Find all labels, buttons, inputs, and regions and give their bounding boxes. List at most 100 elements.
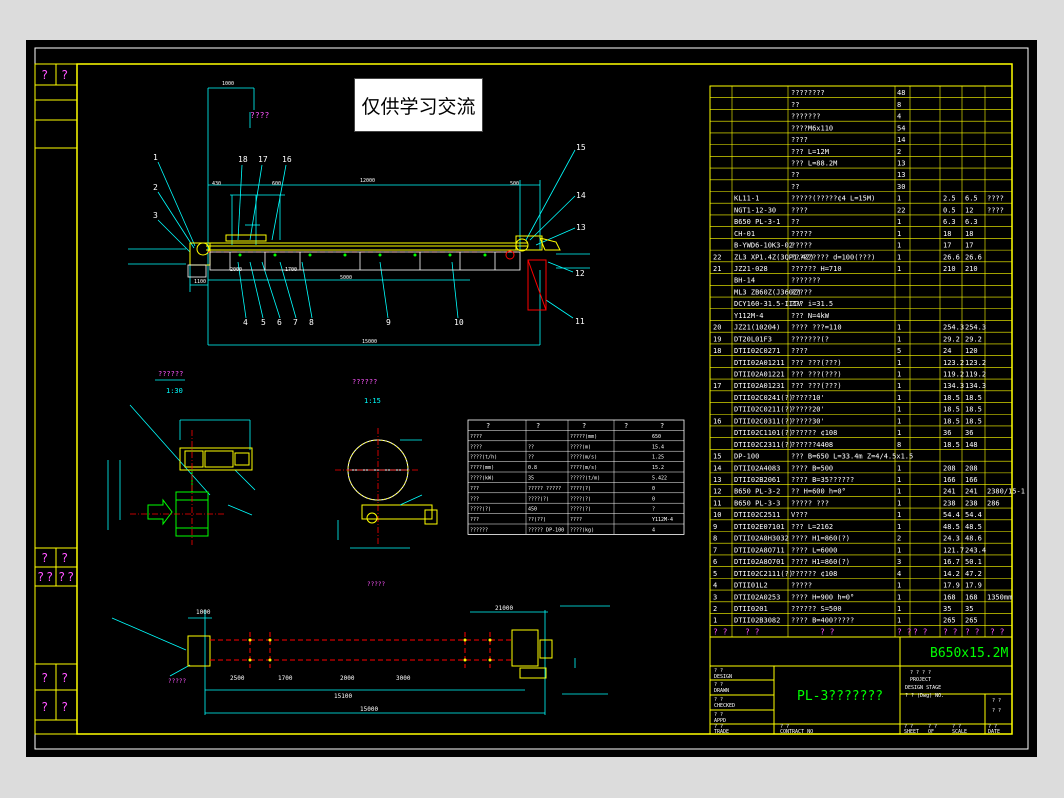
parts-list-cell-name: ????? xyxy=(791,582,812,590)
parts-list-cell-name: ???? xyxy=(791,136,808,144)
parts-list-cell-w2: 119.2 xyxy=(965,371,986,379)
spec-table-cell: ????(?) xyxy=(470,507,491,513)
parts-list-cell-name: ???? B=400????? xyxy=(791,617,854,625)
parts-list-cell-code: DTII02A8H3032 xyxy=(734,535,789,543)
parts-list-cell-name: ?????? S=500 xyxy=(791,605,842,613)
parts-list-cell-no: 1 xyxy=(713,617,717,625)
company-line-1: ? ? ? ? xyxy=(910,670,931,676)
parts-list-cell-code: DTII0201 xyxy=(734,605,768,613)
parts-list-cell-qty: 1 xyxy=(897,359,901,367)
parts-list-cell-no: 22 xyxy=(713,253,721,261)
parts-list-cell-no: 20 xyxy=(713,324,721,332)
parts-list-cell-name: ?? xyxy=(791,171,799,179)
parts-list-cell-code: B650 PL-3-3 xyxy=(734,499,780,507)
plan-dim-15100: 15100 xyxy=(334,693,352,700)
parts-list-cell-w1: 2.5 xyxy=(943,195,956,203)
parts-list-cell-name: ??? L=12M xyxy=(791,148,829,156)
parts-list-cell-no: 13 xyxy=(713,476,721,484)
strip-bot-3: ? xyxy=(41,700,48,714)
parts-list-cell-code: DTII02E07101 xyxy=(734,523,785,531)
parts-list-cell-qty: 1 xyxy=(897,382,901,390)
dim-top-430: 430 xyxy=(212,181,221,187)
parts-list-cell-name: ??? N=4kW xyxy=(791,312,830,320)
strip-bot-4: ? xyxy=(61,700,68,714)
parts-list-cell-name: ?????30' xyxy=(791,417,825,425)
parts-list-cell-note: 286 xyxy=(987,499,1000,507)
parts-list-cell-qty: 13 xyxy=(897,159,905,167)
parts-list-cell-note: 1350mm xyxy=(987,593,1012,601)
parts-list-cell-code: DTII02C0241(?) xyxy=(734,394,793,402)
parts-list-cell-name: ??? L=2162 xyxy=(791,523,833,531)
spec-table-header: ? xyxy=(660,422,664,430)
parts-list-header: ? ? xyxy=(713,628,728,637)
parts-list-cell-w1: 168 xyxy=(943,593,956,601)
spec-table-cell: 5.422 xyxy=(652,476,667,482)
tb-sheet-no: ? ? xyxy=(992,698,1001,704)
spec-table-header: ? xyxy=(536,422,540,430)
parts-list-cell-qty: 1 xyxy=(897,511,901,519)
tb-left-4: DRAWN xyxy=(714,688,729,694)
parts-list-cell-qty: 48 xyxy=(897,89,905,97)
spec-table-cell: ????(m/s) xyxy=(570,455,597,461)
parts-list-cell-w2: 18.5 xyxy=(965,417,982,425)
parts-list-header: ? ? xyxy=(745,628,760,637)
parts-list-cell-w1: 24.3 xyxy=(943,535,960,543)
parts-list-cell-name: ???? H=900 h=0° xyxy=(791,593,854,601)
parts-list-cell-code: DTII02A4083 xyxy=(734,464,780,472)
parts-list-cell-code: KL11-1 xyxy=(734,195,759,203)
parts-list-cell-no: 2 xyxy=(713,605,717,613)
strip-mid-3: ? xyxy=(37,570,44,584)
parts-list-cell-w2: 120 xyxy=(965,347,978,355)
parts-list-header: ? ? xyxy=(943,628,958,637)
spec-table-cell: ??(??) xyxy=(528,517,546,523)
parts-list-cell-w1: 123.2 xyxy=(943,359,964,367)
spec-table-cell: 450 xyxy=(528,507,537,513)
plan-dim-1700: 1700 xyxy=(278,675,293,682)
parts-list-cell-no: 21 xyxy=(713,265,721,273)
dim-bottom-15000: 15000 xyxy=(362,339,377,345)
watermark: 仅供学习交流 xyxy=(354,78,483,132)
parts-list-cell-code: DTII02C0311(?) xyxy=(734,417,793,425)
parts-list-cell-name: ?????? ¢108 xyxy=(791,429,837,437)
parts-list-cell-name: ???? xyxy=(791,206,808,214)
parts-list-cell-w2: 148 xyxy=(965,441,978,449)
parts-list-cell-w1: 18.5 xyxy=(943,417,960,425)
parts-list-cell-name: ??? ???(???) xyxy=(791,359,842,367)
callout-14: 14 xyxy=(576,191,586,200)
spec-table-cell: 1.25 xyxy=(652,455,664,461)
parts-list-header: ? ? xyxy=(820,628,835,637)
parts-list-cell-w1: 14.2 xyxy=(943,570,960,578)
parts-list-cell-w1: 6.3 xyxy=(943,218,956,226)
parts-list-cell-name: ??? L=88.2M xyxy=(791,159,837,167)
plan-dim-2000: 2000 xyxy=(340,675,355,682)
parts-list-cell-w1: 119.2 xyxy=(943,371,964,379)
parts-list-cell-code: DTII01L2 xyxy=(734,582,768,590)
parts-list-cell-name: ??? i=31.5 xyxy=(791,300,833,308)
parts-list-cell-code: B-YWD6-10K3-02 xyxy=(734,242,793,250)
parts-list-cell-code: Y112M-4 xyxy=(734,312,764,320)
parts-list-cell-name: ?? H=600 h=0° xyxy=(791,488,846,496)
parts-list-cell-w2: 6.3 xyxy=(965,218,978,226)
spec-table-cell: ??? xyxy=(470,496,479,502)
tb-bottom-2: TRADE xyxy=(714,729,729,735)
strip-top-1: ? xyxy=(41,68,48,82)
callout-5: 5 xyxy=(261,318,266,327)
parts-list-cell-w2: 50.1 xyxy=(965,558,982,566)
parts-list-cell-w1: 18.5 xyxy=(943,406,960,414)
parts-list-cell-code: DTII02C0271 xyxy=(734,347,780,355)
parts-list-cell-name: ????? ??? xyxy=(791,499,829,507)
parts-list-cell-name: ??? ???(???) xyxy=(791,382,842,390)
parts-list-cell-w2: 48.6 xyxy=(965,535,982,543)
parts-list-cell-w1: 210 xyxy=(943,265,956,273)
parts-list-cell-w2: 17 xyxy=(965,242,973,250)
parts-list-cell-w2: 47.2 xyxy=(965,570,982,578)
parts-list-cell-name: ?????(?????¢4 L=15M) xyxy=(791,195,875,203)
plan-note: ????? xyxy=(168,678,186,685)
tb-bottom-4: CONTRACT NO xyxy=(780,729,813,735)
spec-table-cell: ????(m/s) xyxy=(570,465,597,471)
parts-list-cell-no: 4 xyxy=(713,582,717,590)
spec-table-cell: ?????? xyxy=(470,528,488,534)
parts-list-cell-w2: 243.4 xyxy=(965,546,986,554)
parts-list-cell-qty: 4 xyxy=(897,113,901,121)
pulley-view-scale: 1:15 xyxy=(364,397,381,405)
